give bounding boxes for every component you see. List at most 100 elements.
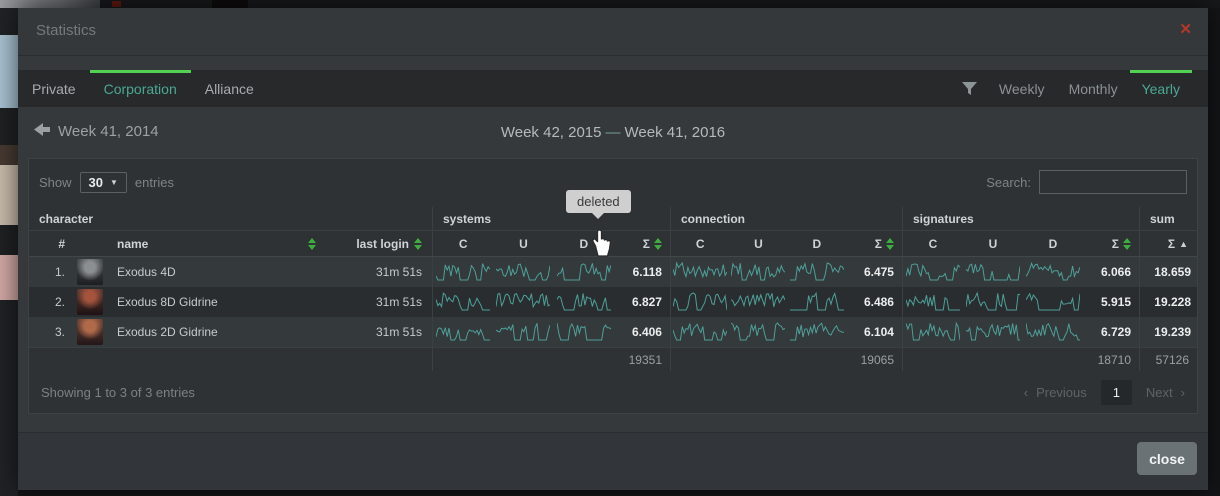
col-connection-c[interactable]: C xyxy=(671,237,729,251)
search-label: Search: xyxy=(986,175,1031,190)
sort-asc-icon[interactable]: ▲ xyxy=(1179,239,1188,249)
sparkline-chart xyxy=(557,291,611,313)
group-systems: systems xyxy=(432,207,670,230)
col-last-login[interactable]: last login xyxy=(324,237,432,251)
filter-icon[interactable] xyxy=(962,70,987,107)
col-signatures-sigma[interactable]: Σ xyxy=(1083,237,1139,251)
sparkline-chart xyxy=(1026,321,1080,343)
dropdown-arrow-icon: ▼ xyxy=(110,178,118,187)
connection-total: 19065 xyxy=(671,353,902,367)
background-widget xyxy=(212,0,248,8)
table-info-row: Showing 1 to 3 of 3 entries ‹ Previous 1… xyxy=(29,371,1197,413)
table-row[interactable]: 3. Exodus 2D Gidrine 31m 51s 6.406 6.104 xyxy=(29,317,1197,347)
sparkline-chart xyxy=(966,261,1020,283)
period-tabs: Weekly Monthly Yearly xyxy=(962,70,1208,107)
current-page-button[interactable]: 1 xyxy=(1101,380,1132,405)
pagination: ‹ Previous 1 Next › xyxy=(1024,380,1185,405)
search-input[interactable] xyxy=(1039,170,1187,194)
col-connection-d[interactable]: D xyxy=(788,237,846,251)
background-page-left xyxy=(0,8,18,496)
sparkline-chart xyxy=(557,261,611,283)
signatures-sum-value: 6.066 xyxy=(1083,265,1139,279)
sparkline-chart xyxy=(966,291,1020,313)
row-total-value: 19.239 xyxy=(1140,325,1197,339)
previous-page-button[interactable]: ‹ Previous xyxy=(1024,385,1087,400)
sparkline-chart xyxy=(496,261,550,283)
row-rank: 1. xyxy=(29,265,69,279)
tab-corporation[interactable]: Corporation xyxy=(90,70,191,107)
grand-total: 57126 xyxy=(1140,353,1197,367)
sparkline-chart xyxy=(496,291,550,313)
row-rank: 3. xyxy=(29,325,69,339)
next-arrow-icon: › xyxy=(1181,385,1185,400)
col-signatures-c[interactable]: C xyxy=(903,237,963,251)
signatures-sum-value: 6.729 xyxy=(1083,325,1139,339)
page-title: Statistics xyxy=(36,22,96,39)
sparkline-chart xyxy=(906,261,960,283)
table-row[interactable]: 1. Exodus 4D 31m 51s 6.118 6.475 xyxy=(29,257,1197,287)
page-size-select[interactable]: 30 ▼ xyxy=(80,172,127,193)
character-name: Exodus 2D Gidrine xyxy=(111,325,324,339)
col-systems-c[interactable]: C xyxy=(433,237,493,251)
col-connection-u[interactable]: U xyxy=(729,237,787,251)
col-sum-sigma[interactable]: Σ ▲ xyxy=(1140,237,1196,251)
tab-private[interactable]: Private xyxy=(18,70,90,107)
signatures-sum-value: 5.915 xyxy=(1083,295,1139,309)
statistics-table: character systems connection signatures … xyxy=(29,207,1197,371)
search-box: Search: xyxy=(986,170,1187,194)
signatures-total: 18710 xyxy=(903,353,1139,367)
last-login-value: 31m 51s xyxy=(324,325,432,339)
tab-alliance[interactable]: Alliance xyxy=(191,70,268,107)
background-red-icon xyxy=(112,1,121,7)
systems-sum-value: 6.827 xyxy=(614,295,670,309)
sparkline-chart xyxy=(906,291,960,313)
last-login-value: 31m 51s xyxy=(324,295,432,309)
group-connection: connection xyxy=(670,207,902,230)
background-toolbar xyxy=(0,0,100,8)
col-systems-sigma[interactable]: Σ xyxy=(614,237,670,251)
character-avatar xyxy=(77,319,103,345)
table-row[interactable]: 2. Exodus 8D Gidrine 31m 51s 6.827 6.486 xyxy=(29,287,1197,317)
sparkline-chart xyxy=(966,321,1020,343)
sparkline-chart xyxy=(673,321,727,343)
close-icon[interactable]: ✕ xyxy=(1179,20,1192,38)
tab-weekly[interactable]: Weekly xyxy=(987,70,1057,107)
col-name[interactable]: name xyxy=(111,237,324,251)
modal-header: Statistics ✕ xyxy=(18,8,1208,56)
close-button[interactable]: close xyxy=(1137,442,1197,475)
col-signatures-u[interactable]: U xyxy=(963,237,1023,251)
showing-entries-label: Showing 1 to 3 of 3 entries xyxy=(41,385,195,400)
character-avatar xyxy=(77,289,103,315)
sort-icon[interactable] xyxy=(1123,238,1131,250)
col-signatures-d[interactable]: D xyxy=(1023,237,1083,251)
col-systems-u[interactable]: U xyxy=(493,237,553,251)
connection-sum-value: 6.486 xyxy=(846,295,902,309)
sparkline-chart xyxy=(673,261,727,283)
totals-row: 19351 19065 18710 57126 xyxy=(29,347,1197,371)
column-header-row: # name last login C U D xyxy=(29,231,1197,257)
range-separator: — xyxy=(602,124,625,141)
character-avatar xyxy=(77,259,103,285)
row-total-value: 19.228 xyxy=(1140,295,1197,309)
group-character: character xyxy=(29,207,432,230)
next-page-button[interactable]: Next › xyxy=(1146,385,1185,400)
week-navigation: Week 41, 2014 Week 42, 2015—Week 41, 201… xyxy=(18,120,1208,150)
background-page-top xyxy=(0,0,1220,8)
col-connection-sigma[interactable]: Σ xyxy=(846,237,902,251)
sparkline-chart xyxy=(906,321,960,343)
col-rank: # xyxy=(29,237,69,251)
last-login-value: 31m 51s xyxy=(324,265,432,279)
sparkline-chart xyxy=(731,321,785,343)
sparkline-chart xyxy=(790,291,844,313)
tab-yearly[interactable]: Yearly xyxy=(1130,70,1192,107)
week-range-label: Week 42, 2015—Week 41, 2016 xyxy=(18,124,1208,141)
tab-monthly[interactable]: Monthly xyxy=(1057,70,1130,107)
sort-icon[interactable] xyxy=(654,238,662,250)
sort-icon[interactable] xyxy=(886,238,894,250)
sort-icon[interactable] xyxy=(414,238,422,250)
cursor-icon xyxy=(589,228,613,263)
tab-bar: Private Corporation Alliance Weekly Mont… xyxy=(18,70,1208,107)
sort-icon[interactable] xyxy=(308,238,316,250)
show-label: Show xyxy=(39,175,72,190)
connection-sum-value: 6.475 xyxy=(846,265,902,279)
